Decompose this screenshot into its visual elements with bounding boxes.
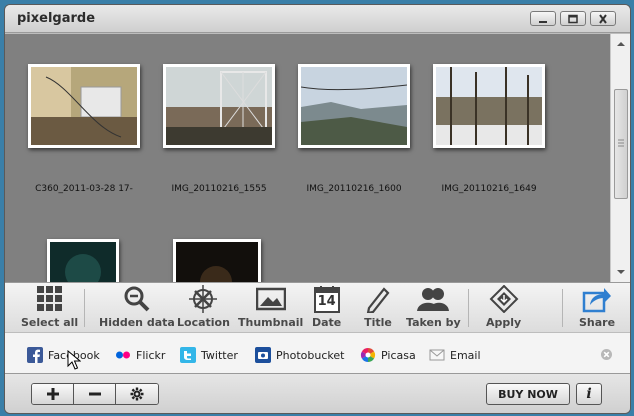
compass-icon bbox=[189, 285, 218, 313]
thumbnail-label: Thumbnail bbox=[238, 316, 304, 329]
hidden-data-label: Hidden data bbox=[99, 316, 175, 329]
close-button[interactable] bbox=[590, 11, 616, 26]
scroll-thumb[interactable] bbox=[614, 89, 628, 199]
envelope-icon bbox=[429, 349, 445, 361]
twitter-icon bbox=[180, 347, 196, 363]
share-twitter-label: Twitter bbox=[201, 348, 238, 362]
photo-gallery: C360_2011-03-28 17- IMG_20110216_1555 IM… bbox=[5, 34, 610, 282]
apply-button[interactable]: Apply bbox=[486, 285, 521, 331]
toolbar-divider bbox=[562, 289, 563, 327]
taken-by-button[interactable]: Taken by bbox=[406, 285, 461, 331]
taken-by-label: Taken by bbox=[406, 316, 461, 329]
main-toolbar: Select all Hidden data Location Thumbnai… bbox=[5, 282, 630, 332]
buy-now-button[interactable]: BUY NOW bbox=[486, 383, 570, 405]
toolbar-divider bbox=[84, 289, 85, 327]
pencil-icon bbox=[366, 287, 390, 313]
minimize-button[interactable] bbox=[530, 11, 556, 26]
grip-icon bbox=[618, 139, 624, 147]
select-all-button[interactable]: Select all bbox=[21, 285, 78, 331]
picture-icon bbox=[255, 287, 286, 311]
photobucket-icon bbox=[255, 347, 271, 363]
share-button[interactable]: Share bbox=[579, 285, 615, 331]
window-controls bbox=[530, 11, 616, 26]
facebook-icon bbox=[27, 347, 43, 363]
share-icon bbox=[582, 288, 612, 313]
minimize-icon bbox=[539, 20, 547, 23]
bottom-bar: BUY NOW i bbox=[5, 374, 630, 413]
photo-thumbnail[interactable] bbox=[173, 239, 261, 282]
photo-thumbnail[interactable] bbox=[47, 239, 119, 282]
location-label: Location bbox=[177, 316, 230, 329]
plus-icon bbox=[46, 388, 59, 400]
photo-image bbox=[436, 67, 542, 145]
add-button[interactable] bbox=[32, 384, 74, 404]
title-bar: pixelgarde bbox=[5, 5, 630, 33]
close-share-icon[interactable] bbox=[601, 349, 612, 360]
share-flickr[interactable]: Flickr bbox=[115, 347, 165, 363]
gear-icon bbox=[130, 387, 144, 401]
zoom-out-icon bbox=[124, 286, 150, 312]
photo-thumbnail[interactable] bbox=[163, 64, 275, 148]
share-picasa-label: Picasa bbox=[381, 348, 416, 362]
share-twitter[interactable]: Twitter bbox=[180, 347, 238, 363]
share-email[interactable]: Email bbox=[429, 347, 481, 363]
hidden-data-button[interactable]: Hidden data bbox=[99, 285, 175, 331]
thumbnail-button[interactable]: Thumbnail bbox=[238, 285, 303, 331]
photo-filename: C360_2011-03-28 17- bbox=[35, 184, 133, 194]
scroll-down-icon[interactable] bbox=[614, 266, 628, 278]
location-button[interactable]: Location bbox=[177, 285, 230, 331]
minus-icon bbox=[88, 392, 101, 396]
calendar-icon: 14 bbox=[313, 285, 341, 313]
photo-thumbnail[interactable] bbox=[433, 64, 545, 148]
photo-image bbox=[50, 242, 116, 282]
photo-thumbnail[interactable] bbox=[298, 64, 410, 148]
maximize-button[interactable] bbox=[560, 11, 586, 26]
folder-button-group bbox=[31, 383, 159, 405]
mouse-cursor-icon bbox=[67, 350, 81, 370]
photo-filename: IMG_20110216_1600 bbox=[306, 184, 402, 194]
maximize-icon bbox=[568, 14, 578, 23]
app-title: pixelgarde bbox=[17, 11, 96, 26]
share-picasa[interactable]: Picasa bbox=[360, 347, 416, 363]
grid-icon bbox=[36, 286, 62, 311]
share-facebook[interactable]: Facebook bbox=[27, 347, 100, 363]
settings-button[interactable] bbox=[116, 384, 158, 404]
share-bar: Facebook Flickr Twitter Photobucket Pica… bbox=[5, 332, 630, 374]
close-icon bbox=[599, 13, 607, 24]
picasa-icon bbox=[360, 347, 376, 363]
share-label: Share bbox=[579, 316, 616, 329]
app-window: pixelgarde C360_2011-03-28 17- IMG_20110… bbox=[4, 4, 631, 414]
scroll-up-icon[interactable] bbox=[614, 38, 628, 50]
title-button[interactable]: Title bbox=[364, 285, 392, 331]
share-photobucket[interactable]: Photobucket bbox=[255, 347, 344, 363]
photo-ground bbox=[166, 127, 272, 145]
select-all-label: Select all bbox=[21, 316, 79, 329]
flickr-icon bbox=[116, 351, 130, 359]
share-email-label: Email bbox=[450, 348, 481, 362]
photo-floor bbox=[31, 117, 137, 145]
photo-image bbox=[166, 67, 272, 145]
calendar-day: 14 bbox=[317, 294, 336, 309]
apply-icon bbox=[489, 285, 519, 313]
remove-button[interactable] bbox=[74, 384, 116, 404]
photo-thumbnail[interactable] bbox=[28, 64, 140, 148]
info-button[interactable]: i bbox=[576, 383, 602, 405]
photo-filename: IMG_20110216_1555 bbox=[171, 184, 267, 194]
photo-image bbox=[31, 67, 137, 145]
gallery-scrollbar[interactable] bbox=[610, 34, 630, 282]
share-photobucket-label: Photobucket bbox=[276, 348, 345, 362]
apply-label: Apply bbox=[486, 316, 522, 329]
date-label: Date bbox=[312, 316, 342, 329]
people-icon bbox=[417, 288, 450, 311]
share-flickr-label: Flickr bbox=[136, 348, 166, 362]
title-label: Title bbox=[364, 316, 392, 329]
toolbar-divider bbox=[468, 289, 469, 327]
date-button[interactable]: 14 Date bbox=[312, 285, 341, 331]
photo-image bbox=[176, 242, 258, 282]
photo-image bbox=[300, 67, 408, 145]
photo-filename: IMG_20110216_1649 bbox=[441, 184, 537, 194]
